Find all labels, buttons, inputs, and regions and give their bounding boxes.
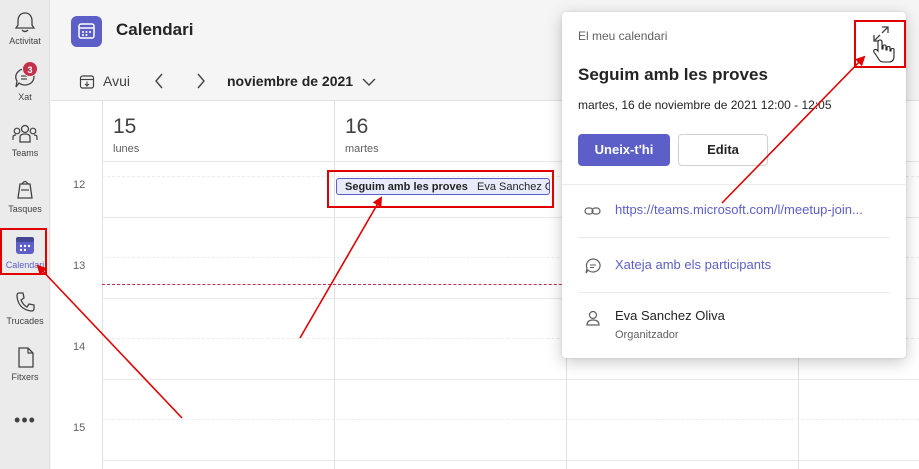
teams-window: Activitat 3 Xat Teams Tasques Calendari … bbox=[0, 0, 919, 469]
arrow-to-expand bbox=[721, 55, 866, 204]
annotation-overlay bbox=[0, 20, 906, 419]
arrow-to-calendar bbox=[36, 264, 183, 419]
arrow-to-event bbox=[299, 196, 383, 339]
hand-cursor-icon bbox=[873, 39, 895, 63]
highlight-box-event bbox=[327, 170, 554, 208]
